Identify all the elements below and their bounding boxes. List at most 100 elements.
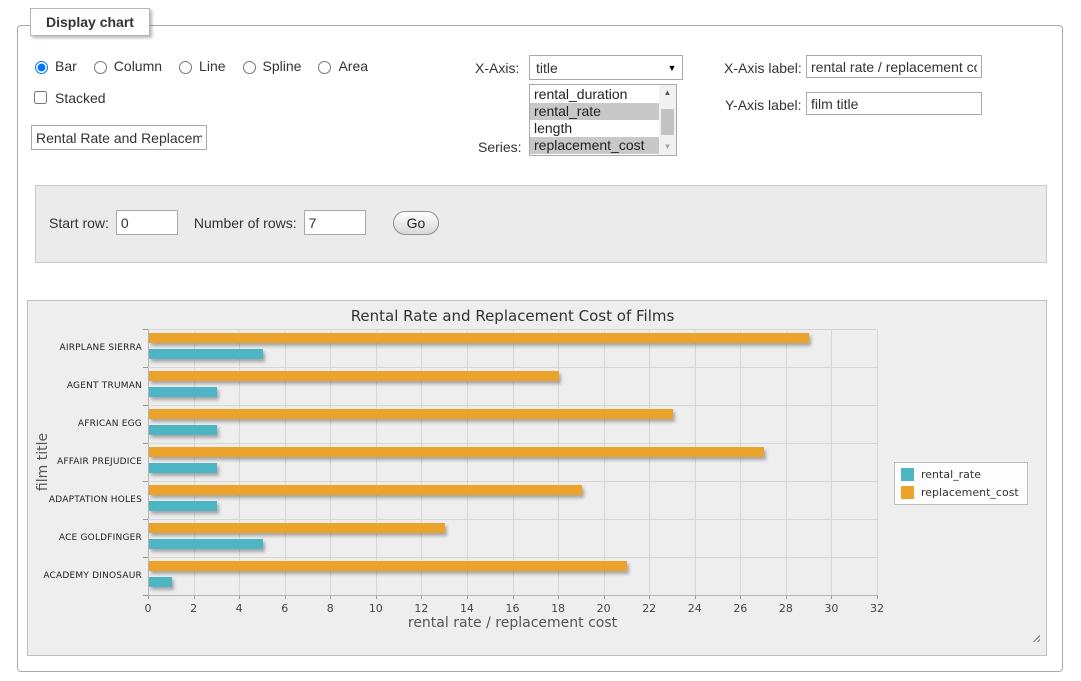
- x-tick-label: 20: [584, 602, 624, 615]
- series-option-rental_rate[interactable]: rental_rate: [530, 103, 659, 120]
- start-row-input[interactable]: [116, 210, 178, 235]
- x-axis-label-input[interactable]: [806, 55, 982, 78]
- x-tick-label: 18: [538, 602, 578, 615]
- series-option-rental_duration[interactable]: rental_duration: [530, 86, 659, 103]
- chart-type-option-spline[interactable]: Spline: [238, 58, 302, 74]
- chart-type-radio-spline[interactable]: [243, 61, 256, 74]
- stacked-checkbox[interactable]: [34, 91, 47, 104]
- y-category-label: ADAPTATION HOLES: [34, 481, 142, 519]
- y-category-label: ACE GOLDFINGER: [34, 519, 142, 557]
- chart-type-label: Bar: [55, 58, 77, 74]
- x-axis-selected-value: title: [530, 60, 662, 76]
- panel-title: Display chart: [30, 8, 150, 36]
- x-tick-label: 32: [857, 602, 897, 615]
- chart-type-option-column[interactable]: Column: [89, 58, 162, 74]
- gridline: [376, 329, 377, 595]
- bar-replacement_cost-affair-prejudice: [149, 447, 764, 457]
- x-tick-label: 26: [720, 602, 760, 615]
- x-axis-label-field-label: X-Axis label:: [724, 60, 802, 76]
- y-axis-label-input[interactable]: [806, 92, 982, 115]
- y-tick: [143, 481, 148, 482]
- chart-title-input[interactable]: [31, 125, 207, 150]
- bar-rental_rate-african-egg: [149, 425, 217, 435]
- y-axis-line: [148, 329, 149, 595]
- chart-type-radio-line[interactable]: [179, 61, 192, 74]
- gridline: [513, 329, 514, 595]
- y-axis-label-field-label: Y-Axis label:: [725, 97, 802, 113]
- bar-replacement_cost-academy-dinosaur: [149, 561, 627, 571]
- gridline: [239, 329, 240, 595]
- gridline: [604, 329, 605, 595]
- scroll-up-icon[interactable]: ▲: [659, 85, 676, 101]
- x-tick-label: 16: [493, 602, 533, 615]
- series-option-length[interactable]: length: [530, 120, 659, 137]
- chart-type-option-area[interactable]: Area: [313, 58, 368, 74]
- legend-swatch-rental_rate: [901, 468, 914, 481]
- chart-type-label: Spline: [263, 58, 302, 74]
- gridline: [786, 329, 787, 595]
- x-tick-label: 28: [766, 602, 806, 615]
- number-of-rows-input[interactable]: [304, 210, 366, 235]
- gridline: [148, 481, 877, 482]
- gridline: [194, 329, 195, 595]
- gridline: [148, 519, 877, 520]
- x-axis-line: [148, 595, 877, 596]
- chart-type-radio-bar[interactable]: [35, 61, 48, 74]
- start-row-label: Start row:: [49, 215, 109, 231]
- chart-type-option-line[interactable]: Line: [174, 58, 225, 74]
- chart-type-radio-area[interactable]: [318, 61, 331, 74]
- series-multiselect[interactable]: rental_durationrental_ratelengthreplacem…: [529, 84, 677, 156]
- x-tick-label: 24: [675, 602, 715, 615]
- chart-type-radio-column[interactable]: [94, 61, 107, 74]
- y-tick: [143, 557, 148, 558]
- series-list-scrollbar[interactable]: ▲ ▼: [659, 85, 676, 155]
- gridline: [330, 329, 331, 595]
- gridline: [148, 443, 877, 444]
- resize-handle-icon[interactable]: [1030, 632, 1040, 642]
- series-options: rental_durationrental_ratelengthreplacem…: [530, 86, 659, 154]
- series-option-replacement_cost[interactable]: replacement_cost: [530, 137, 659, 154]
- x-tick-label: 4: [219, 602, 259, 615]
- x-tick-label: 10: [356, 602, 396, 615]
- series-list-label: Series:: [478, 139, 522, 155]
- y-tick: [143, 595, 148, 596]
- gridline: [740, 329, 741, 595]
- stacked-label: Stacked: [55, 90, 106, 106]
- y-category-label: AFFAIR PREJUDICE: [34, 443, 142, 481]
- chart-type-label: Area: [338, 58, 368, 74]
- gridline: [148, 329, 877, 330]
- gridline: [148, 405, 877, 406]
- y-tick: [143, 329, 148, 330]
- gridline: [877, 329, 878, 595]
- legend-entry: replacement_cost: [901, 486, 1019, 499]
- legend-swatch-replacement_cost: [901, 486, 914, 499]
- number-of-rows-label: Number of rows:: [194, 215, 297, 231]
- x-tick-label: 14: [447, 602, 487, 615]
- chart-legend: rental_rate replacement_cost: [894, 462, 1028, 505]
- legend-label: rental_rate: [921, 468, 981, 481]
- chart-type-option-bar[interactable]: Bar: [30, 58, 77, 74]
- scroll-down-icon[interactable]: ▼: [659, 139, 676, 155]
- bar-rental_rate-agent-truman: [149, 387, 217, 397]
- chart-title: Rental Rate and Replacement Cost of Film…: [148, 307, 877, 325]
- y-category-label: AGENT TRUMAN: [34, 367, 142, 405]
- go-button[interactable]: Go: [393, 211, 440, 235]
- gridline: [148, 367, 877, 368]
- x-tick-label: 30: [811, 602, 851, 615]
- bar-replacement_cost-adaptation-holes: [149, 485, 582, 495]
- x-tick: [877, 595, 878, 599]
- bar-replacement_cost-african-egg: [149, 409, 673, 419]
- x-tick-label: 8: [310, 602, 350, 615]
- legend-entry: rental_rate: [901, 468, 1019, 481]
- gridline: [148, 557, 877, 558]
- scrollbar-thumb[interactable]: [661, 109, 674, 135]
- chart-type-label: Column: [114, 58, 162, 74]
- gridline: [695, 329, 696, 595]
- bar-replacement_cost-agent-truman: [149, 371, 559, 381]
- y-category-label: AIRPLANE SIERRA: [34, 329, 142, 367]
- x-tick-label: 6: [265, 602, 305, 615]
- x-axis-select[interactable]: title ▼: [529, 55, 683, 80]
- chart-x-axis-title: rental rate / replacement cost: [148, 615, 877, 631]
- y-tick: [143, 519, 148, 520]
- bar-rental_rate-affair-prejudice: [149, 463, 217, 473]
